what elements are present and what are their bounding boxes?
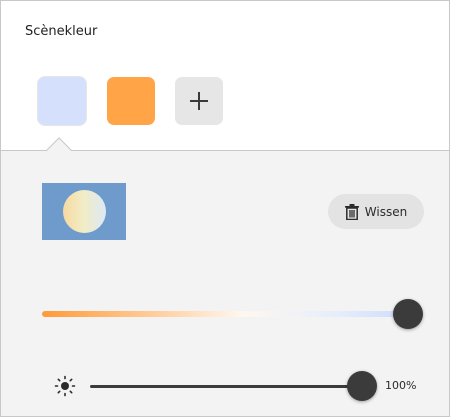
swatch-cool-white[interactable] <box>38 77 86 125</box>
add-swatch-button[interactable] <box>175 77 223 125</box>
brightness-slider[interactable] <box>90 385 362 388</box>
scene-color-panel: Scènekleur Wissen 100% <box>0 0 450 417</box>
panel-title: Scènekleur <box>25 24 98 39</box>
color-temperature-slider[interactable] <box>42 311 408 317</box>
trash-icon <box>344 203 359 220</box>
scene-preview <box>42 183 126 240</box>
brightness-value: 100% <box>385 379 417 392</box>
plus-icon <box>190 92 208 110</box>
swatch-orange[interactable] <box>107 77 155 125</box>
color-temperature-thumb[interactable] <box>393 299 423 329</box>
preview-light-circle <box>63 190 106 233</box>
clear-button-label: Wissen <box>364 204 408 219</box>
clear-button[interactable]: Wissen <box>328 194 424 229</box>
sun-icon <box>54 375 76 397</box>
brightness-thumb[interactable] <box>347 371 377 401</box>
